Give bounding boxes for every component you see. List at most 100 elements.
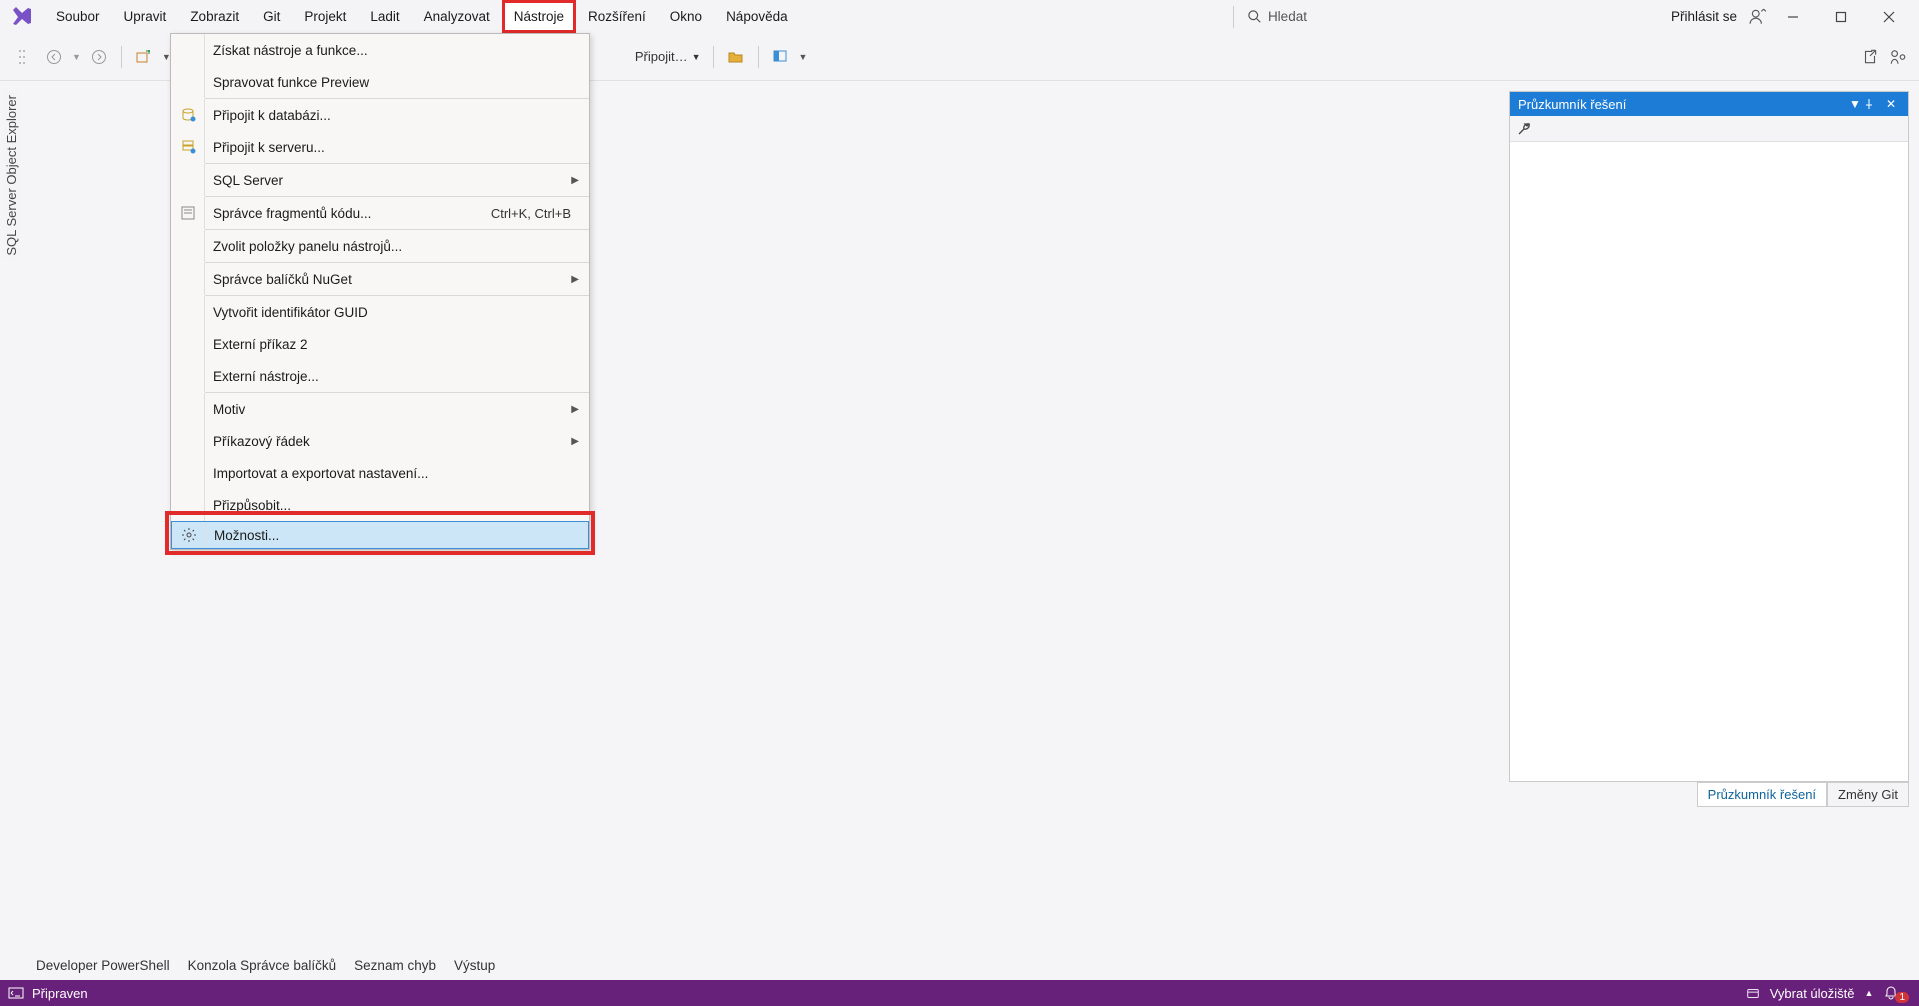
panel-menu-icon[interactable]: ▼ xyxy=(1846,97,1864,111)
menu-item-label: Zvolit položky panelu nástrojů... xyxy=(205,239,589,254)
menu-analyzovat[interactable]: Analyzovat xyxy=(412,0,502,33)
submenu-arrow-icon: ▶ xyxy=(571,436,579,447)
menu-item-label: Spravovat funkce Preview xyxy=(205,75,589,90)
server-icon xyxy=(171,131,205,163)
panel-close-icon[interactable]: ✕ xyxy=(1882,97,1900,111)
search-placeholder: Hledat xyxy=(1268,9,1307,24)
menu-item-15[interactable]: Možnosti... xyxy=(171,521,589,549)
menu-nástroje[interactable]: Nástroje xyxy=(502,0,576,33)
menu-item-label: Vytvořit identifikátor GUID xyxy=(205,305,589,320)
sql-explorer-tab[interactable]: SQL Server Object Explorer xyxy=(3,91,20,260)
bottom-tab-konzola-správce-balíčků[interactable]: Konzola Správce balíčků xyxy=(188,958,337,982)
search-box[interactable]: Hledat xyxy=(1233,6,1307,28)
submenu-arrow-icon: ▶ xyxy=(571,274,579,285)
submenu-arrow-icon: ▶ xyxy=(571,404,579,415)
shortcut-label: Ctrl+K, Ctrl+B xyxy=(491,206,571,221)
signin-link[interactable]: Přihlásit se xyxy=(1671,9,1737,24)
blank-icon xyxy=(171,230,205,262)
menu-item-2[interactable]: Připojit k databázi... xyxy=(171,99,589,131)
menu-item-label: Získat nástroje a funkce... xyxy=(205,43,589,58)
menu-item-label: Možnosti... xyxy=(206,528,588,543)
menu-item-6[interactable]: Zvolit položky panelu nástrojů... xyxy=(171,230,589,262)
nav-back-button[interactable] xyxy=(40,43,68,71)
bottom-tab-seznam-chyb[interactable]: Seznam chyb xyxy=(354,958,436,982)
left-rail[interactable]: SQL Server Object Explorer xyxy=(3,91,27,260)
blank-icon xyxy=(171,457,205,489)
menu-item-label: Importovat a exportovat nastavení... xyxy=(205,466,589,481)
menu-okno[interactable]: Okno xyxy=(658,0,714,33)
menu-item-12[interactable]: Příkazový řádek▶ xyxy=(171,425,589,457)
menu-item-13[interactable]: Importovat a exportovat nastavení... xyxy=(171,457,589,489)
window-layout-button[interactable] xyxy=(767,43,795,71)
attach-debugger-button[interactable]: Připojit… ▼ xyxy=(631,43,705,71)
menu-item-label: SQL Server xyxy=(205,173,589,188)
blank-icon xyxy=(171,263,205,295)
menu-item-label: Externí nástroje... xyxy=(205,369,589,384)
notifications-button[interactable]: 1 xyxy=(1883,985,1909,1001)
repo-selector[interactable]: Vybrat úložiště xyxy=(1770,986,1855,1001)
menu-item-14[interactable]: Přizpůsobit... xyxy=(171,489,589,521)
menu-bar: SouborUpravitZobrazitGitProjektLaditAnal… xyxy=(0,0,1919,33)
snippet-icon xyxy=(171,197,205,229)
signin-icon[interactable] xyxy=(1749,8,1767,26)
menu-ladit[interactable]: Ladit xyxy=(358,0,411,33)
bottom-tab-developer-powershell[interactable]: Developer PowerShell xyxy=(36,958,170,982)
window-close-button[interactable] xyxy=(1867,2,1911,32)
menu-git[interactable]: Git xyxy=(251,0,292,33)
blank-icon xyxy=(171,425,205,457)
menu-soubor[interactable]: Soubor xyxy=(44,0,112,33)
nav-fwd-button[interactable] xyxy=(85,43,113,71)
repo-icon[interactable] xyxy=(1746,986,1760,1000)
menu-item-label: Připojit k databázi... xyxy=(205,108,589,123)
solution-explorer-title: Průzkumník řešení xyxy=(1518,97,1626,112)
folder-button[interactable] xyxy=(722,43,750,71)
solution-explorer-panel: Průzkumník řešení ▼ ✕ xyxy=(1509,91,1909,782)
menu-item-0[interactable]: Získat nástroje a funkce... xyxy=(171,34,589,66)
window-minimize-button[interactable] xyxy=(1771,2,1815,32)
bottom-tab-výstup[interactable]: Výstup xyxy=(454,958,495,982)
notification-count: 1 xyxy=(1895,992,1909,1003)
menu-upravit[interactable]: Upravit xyxy=(112,0,179,33)
tab-git-changes[interactable]: Změny Git xyxy=(1827,782,1909,807)
tools-dropdown: Získat nástroje a funkce... Spravovat fun… xyxy=(170,33,590,550)
live-share-icon[interactable] xyxy=(1889,48,1907,66)
menu-zobrazit[interactable]: Zobrazit xyxy=(178,0,251,33)
menu-item-label: Motiv xyxy=(205,402,589,417)
menu-item-label: Externí příkaz 2 xyxy=(205,337,589,352)
blank-icon xyxy=(171,66,205,98)
menu-item-label: Příkazový řádek xyxy=(205,434,589,449)
menu-item-1[interactable]: Spravovat funkce Preview xyxy=(171,66,589,98)
menu-item-3[interactable]: Připojit k serveru... xyxy=(171,131,589,163)
menu-item-5[interactable]: Správce fragmentů kódu...Ctrl+K, Ctrl+B xyxy=(171,197,589,229)
tab-solution-explorer[interactable]: Průzkumník řešení xyxy=(1697,782,1827,807)
submenu-arrow-icon: ▶ xyxy=(571,175,579,186)
menu-nápověda[interactable]: Nápověda xyxy=(714,0,800,33)
menu-item-7[interactable]: Správce balíčků NuGet▶ xyxy=(171,263,589,295)
menu-item-10[interactable]: Externí nástroje... xyxy=(171,360,589,392)
menu-rozšíření[interactable]: Rozšíření xyxy=(576,0,658,33)
menu-item-9[interactable]: Externí příkaz 2 xyxy=(171,328,589,360)
blank-icon xyxy=(171,360,205,392)
menu-item-8[interactable]: Vytvořit identifikátor GUID xyxy=(171,296,589,328)
menu-item-4[interactable]: SQL Server▶ xyxy=(171,164,589,196)
wrench-icon[interactable] xyxy=(1516,121,1532,137)
blank-icon xyxy=(171,393,205,425)
window-maximize-button[interactable] xyxy=(1819,2,1863,32)
solution-explorer-toolbar xyxy=(1510,116,1908,142)
menu-item-label: Správce balíčků NuGet xyxy=(205,272,589,287)
bottom-tabs: Developer PowerShell Konzola Správce balí… xyxy=(36,958,495,982)
panel-pin-icon[interactable] xyxy=(1864,99,1882,109)
blank-icon xyxy=(171,296,205,328)
menu-projekt[interactable]: Projekt xyxy=(292,0,358,33)
menu-item-11[interactable]: Motiv▶ xyxy=(171,393,589,425)
solution-explorer-titlebar[interactable]: Průzkumník řešení ▼ ✕ xyxy=(1510,92,1908,116)
output-icon[interactable] xyxy=(8,985,24,1001)
blank-icon xyxy=(171,34,205,66)
menu-item-label: Přizpůsobit... xyxy=(205,498,589,513)
share-icon[interactable] xyxy=(1861,48,1879,66)
new-project-button[interactable] xyxy=(130,43,158,71)
db-icon xyxy=(171,99,205,131)
vs-logo-icon xyxy=(10,5,34,29)
grip-icon xyxy=(8,43,36,71)
blank-icon xyxy=(171,489,205,521)
